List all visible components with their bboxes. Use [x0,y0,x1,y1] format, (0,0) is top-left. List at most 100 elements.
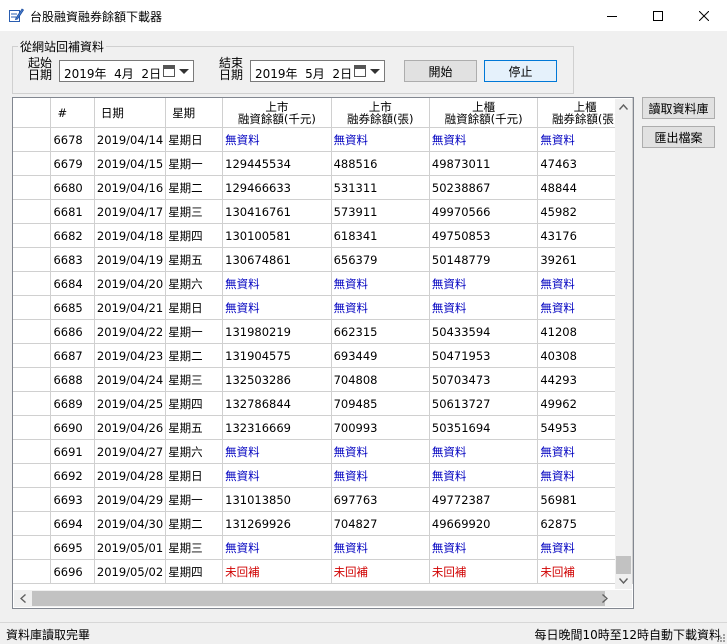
row-header[interactable] [13,439,52,464]
table-row[interactable]: 6694 2019/04/30 星期二 131269926 704827 49669920… [13,511,633,536]
table-cell[interactable]: 2019/04/30 [94,511,167,536]
row-header[interactable] [13,367,52,392]
table-cell[interactable]: 星期三 [165,367,224,392]
scroll-left-icon[interactable] [20,594,26,603]
table-cell[interactable]: 6679 [50,151,95,176]
table-row[interactable]: 6681 2019/04/17 星期三 130416761 573911 49970566… [13,199,633,224]
table-cell[interactable]: 無資料 [429,463,539,488]
column-header-weekday[interactable]: 星期 [165,98,224,128]
table-cell[interactable]: 6686 [50,319,95,344]
table-row[interactable]: 6696 2019/05/02 星期四 未回補 未回補 未回補 未回補 [13,559,633,584]
row-header[interactable] [13,247,52,272]
table-cell[interactable]: 6680 [50,175,95,200]
table-cell[interactable]: 130416761 [222,199,332,224]
table-row[interactable]: 6690 2019/04/26 星期五 132316669 700993 50351694… [13,415,633,440]
table-cell[interactable]: 星期二 [165,343,224,368]
table-cell[interactable]: 6685 [50,295,95,320]
table-cell[interactable]: 星期五 [165,247,224,272]
table-cell[interactable]: 無資料 [222,535,332,560]
table-cell[interactable]: 130674861 [222,247,332,272]
table-row[interactable]: 6680 2019/04/16 星期二 129466633 531311 50238867… [13,175,633,200]
table-row[interactable]: 6691 2019/04/27 星期六 無資料 無資料 無資料 無資料 [13,439,633,464]
table-cell[interactable]: 2019/04/22 [94,319,167,344]
table-cell[interactable]: 131904575 [222,343,332,368]
table-cell[interactable]: 星期一 [165,151,224,176]
table-cell[interactable]: 無資料 [429,271,539,296]
table-cell[interactable]: 50613727 [429,391,539,416]
table-cell[interactable]: 2019/04/17 [94,199,167,224]
start-button[interactable]: 開始 [404,60,477,82]
table-row[interactable]: 6689 2019/04/25 星期四 132786844 709485 50613727… [13,391,633,416]
table-cell[interactable]: 129466633 [222,175,332,200]
row-header[interactable] [13,535,52,560]
table-cell[interactable]: 49772387 [429,487,539,512]
table-cell[interactable]: 662315 [331,319,430,344]
table-cell[interactable]: 未回補 [222,559,332,584]
table-cell[interactable]: 星期二 [165,511,224,536]
table-cell[interactable]: 無資料 [331,463,430,488]
vertical-scrollbar[interactable] [615,99,632,589]
row-header[interactable] [13,223,52,248]
table-cell[interactable]: 132503286 [222,367,332,392]
table-cell[interactable]: 709485 [331,391,430,416]
table-cell[interactable]: 星期四 [165,223,224,248]
resize-grip-icon[interactable] [715,632,725,642]
table-cell[interactable]: 131269926 [222,511,332,536]
table-cell[interactable]: 無資料 [429,439,539,464]
row-header[interactable] [13,487,52,512]
table-cell[interactable]: 6681 [50,199,95,224]
table-row[interactable]: 6685 2019/04/21 星期日 無資料 無資料 無資料 無資料 [13,295,633,320]
table-row[interactable]: 6679 2019/04/15 星期一 129445534 488516 49873011… [13,151,633,176]
scroll-up-icon[interactable] [619,104,628,110]
table-cell[interactable]: 49970566 [429,199,539,224]
table-cell[interactable]: 6683 [50,247,95,272]
row-header[interactable] [13,391,52,416]
table-cell[interactable]: 無資料 [331,271,430,296]
table-cell[interactable]: 星期六 [165,439,224,464]
table-cell[interactable]: 星期日 [165,127,224,152]
table-cell[interactable]: 2019/04/26 [94,415,167,440]
table-cell[interactable]: 2019/04/29 [94,487,167,512]
table-cell[interactable]: 星期一 [165,319,224,344]
table-cell[interactable]: 2019/04/14 [94,127,167,152]
table-cell[interactable]: 704827 [331,511,430,536]
table-cell[interactable]: 6691 [50,439,95,464]
table-cell[interactable]: 無資料 [222,271,332,296]
table-cell[interactable]: 星期一 [165,487,224,512]
table-cell[interactable]: 未回補 [331,559,430,584]
row-header[interactable] [13,295,52,320]
table-cell[interactable]: 2019/04/19 [94,247,167,272]
table-cell[interactable]: 132316669 [222,415,332,440]
table-cell[interactable]: 488516 [331,151,430,176]
column-header-listed-short[interactable]: 上市 融券餘額(張) [331,98,430,128]
table-cell[interactable]: 2019/04/16 [94,175,167,200]
table-cell[interactable]: 星期日 [165,295,224,320]
table-cell[interactable]: 星期三 [165,535,224,560]
table-cell[interactable]: 129445534 [222,151,332,176]
table-cell[interactable]: 未回補 [429,559,539,584]
row-header[interactable] [13,127,52,152]
table-cell[interactable]: 6687 [50,343,95,368]
table-cell[interactable]: 6692 [50,463,95,488]
table-cell[interactable]: 星期三 [165,199,224,224]
table-row[interactable]: 6678 2019/04/14 星期日 無資料 無資料 無資料 無資料 [13,127,633,152]
table-cell[interactable]: 2019/04/25 [94,391,167,416]
table-cell[interactable]: 131013850 [222,487,332,512]
table-cell[interactable]: 星期日 [165,463,224,488]
table-row[interactable]: 6688 2019/04/24 星期三 132503286 704808 50703473… [13,367,633,392]
table-cell[interactable]: 6690 [50,415,95,440]
row-header[interactable] [13,511,52,536]
export-file-button[interactable]: 匯出檔案 [642,126,715,148]
row-header[interactable] [13,343,52,368]
table-cell[interactable]: 131980219 [222,319,332,344]
table-cell[interactable]: 無資料 [429,535,539,560]
read-database-button[interactable]: 讀取資料庫 [642,97,715,119]
table-row[interactable]: 6693 2019/04/29 星期一 131013850 697763 49772387… [13,487,633,512]
start-date-picker[interactable]: 2019年 4月 2日 [59,60,194,82]
table-cell[interactable]: 2019/04/28 [94,463,167,488]
table-cell[interactable]: 無資料 [331,295,430,320]
table-row[interactable]: 6684 2019/04/20 星期六 無資料 無資料 無資料 無資料 [13,271,633,296]
table-row[interactable]: 6683 2019/04/19 星期五 130674861 656379 50148779… [13,247,633,272]
row-header[interactable] [13,151,52,176]
table-cell[interactable]: 573911 [331,199,430,224]
